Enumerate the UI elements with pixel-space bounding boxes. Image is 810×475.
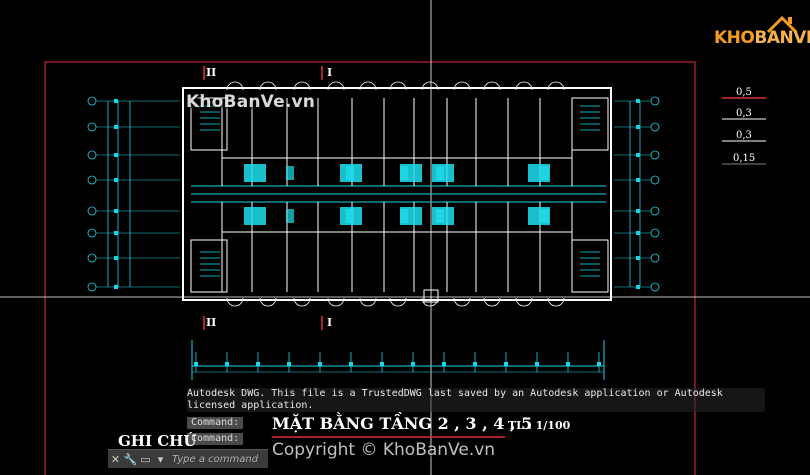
dimension-tick [636,99,640,103]
lineweight-value: 0,3 [736,108,752,119]
grid-bubble [87,150,97,160]
dimension-tick [636,178,640,182]
grid-bubble [87,228,97,238]
lineweight-value: 0,15 [733,153,756,164]
drawing-title: MẶT BẰNG TẦNG 2 , 3 , 4 , 5 [272,414,533,433]
grid-bubble [650,282,660,292]
dimension-tick [114,256,118,260]
strip-marker [380,362,384,366]
room-partitions [221,98,573,292]
grid-bubble [650,206,660,216]
fixture-block [286,209,294,223]
strip-marker [225,362,229,366]
dimension-tick [636,153,640,157]
section-mark-top-i: I [327,66,333,79]
stair-bottom-right [571,239,609,293]
strip-marker [566,362,570,366]
dimension-tick [114,178,118,182]
grid-bubble [87,253,97,263]
strip-marker [318,362,322,366]
fixture-block [400,166,408,180]
khobanve-logo: KHOBANVE [714,14,810,54]
strip-marker [411,362,415,366]
cad-viewport[interactable]: KHOBANVE KhoBanVe.vn II I II I 0,5 0,3 0… [0,0,810,475]
fixture-block [436,166,444,180]
notes-heading: GHI CHÚ [118,432,197,450]
fixture-block [436,209,444,223]
command-history: Autodesk DWG. This file is a TrustedDWG … [187,388,765,412]
grid-bubble [87,175,97,185]
fixture-block [346,166,354,180]
grid-bubble [650,96,660,106]
section-mark-bottom-ii: II [206,316,217,329]
grid-bubble [650,228,660,238]
left-grid-axes [87,96,180,292]
command-line-bar[interactable]: ✕ 🔧 ▭ ▾ Type a command [108,449,268,468]
command-input[interactable]: Type a command [172,454,258,465]
section-mark-bottom-i: I [327,316,333,329]
dimension-tick [636,209,640,213]
watermark-top: KhoBanVe.vn [186,92,316,112]
fixture-block [400,209,408,223]
lineweight-value: 0,5 [736,87,752,98]
wrench-icon[interactable]: 🔧 [123,453,138,466]
logo-wordmark: KHOBANVE [714,28,810,48]
dimension-tick [636,125,640,129]
strip-marker [473,362,477,366]
section-mark-top-ii: II [206,66,217,79]
floor-plan [182,81,612,307]
dimension-tick [114,285,118,289]
dimension-tick [636,256,640,260]
strip-marker [597,362,601,366]
dimension-tick [114,125,118,129]
strip-marker [504,362,508,366]
right-grid-axes [614,96,660,292]
command-prompt-icon[interactable]: ▭ [138,453,153,466]
dimension-tick [114,231,118,235]
fixture-block [346,209,354,223]
dimension-tick [114,99,118,103]
dimension-tick [114,209,118,213]
fixture-block [541,166,549,180]
grid-bubble [650,150,660,160]
close-icon[interactable]: ✕ [108,453,123,466]
strip-marker [442,362,446,366]
lineweight-value: 0,3 [736,130,752,141]
chevron-down-icon[interactable]: ▾ [153,453,168,466]
grid-bubble [650,175,660,185]
strip-marker [194,362,198,366]
fixture-block [244,207,266,225]
grid-bubble [650,122,660,132]
strip-marker [535,362,539,366]
watermark-bottom: Copyright © KhoBanVe.vn [272,440,496,460]
dimension-tick [114,153,118,157]
strip-marker [256,362,260,366]
grid-bubble [87,122,97,132]
fixture-block [541,209,549,223]
command-history-line: Command: [187,417,244,429]
strip-marker [349,362,353,366]
grid-bubble [87,206,97,216]
strip-marker [287,362,291,366]
dimension-tick [636,285,640,289]
fixture-block [286,166,294,180]
grid-bubble [87,96,97,106]
grid-bubble [87,282,97,292]
elevation-strip [191,340,605,380]
fixture-block [244,164,266,182]
grid-bubble [650,253,660,263]
drawing-scale: TL : 1/100 [508,419,571,432]
dimension-tick [636,231,640,235]
